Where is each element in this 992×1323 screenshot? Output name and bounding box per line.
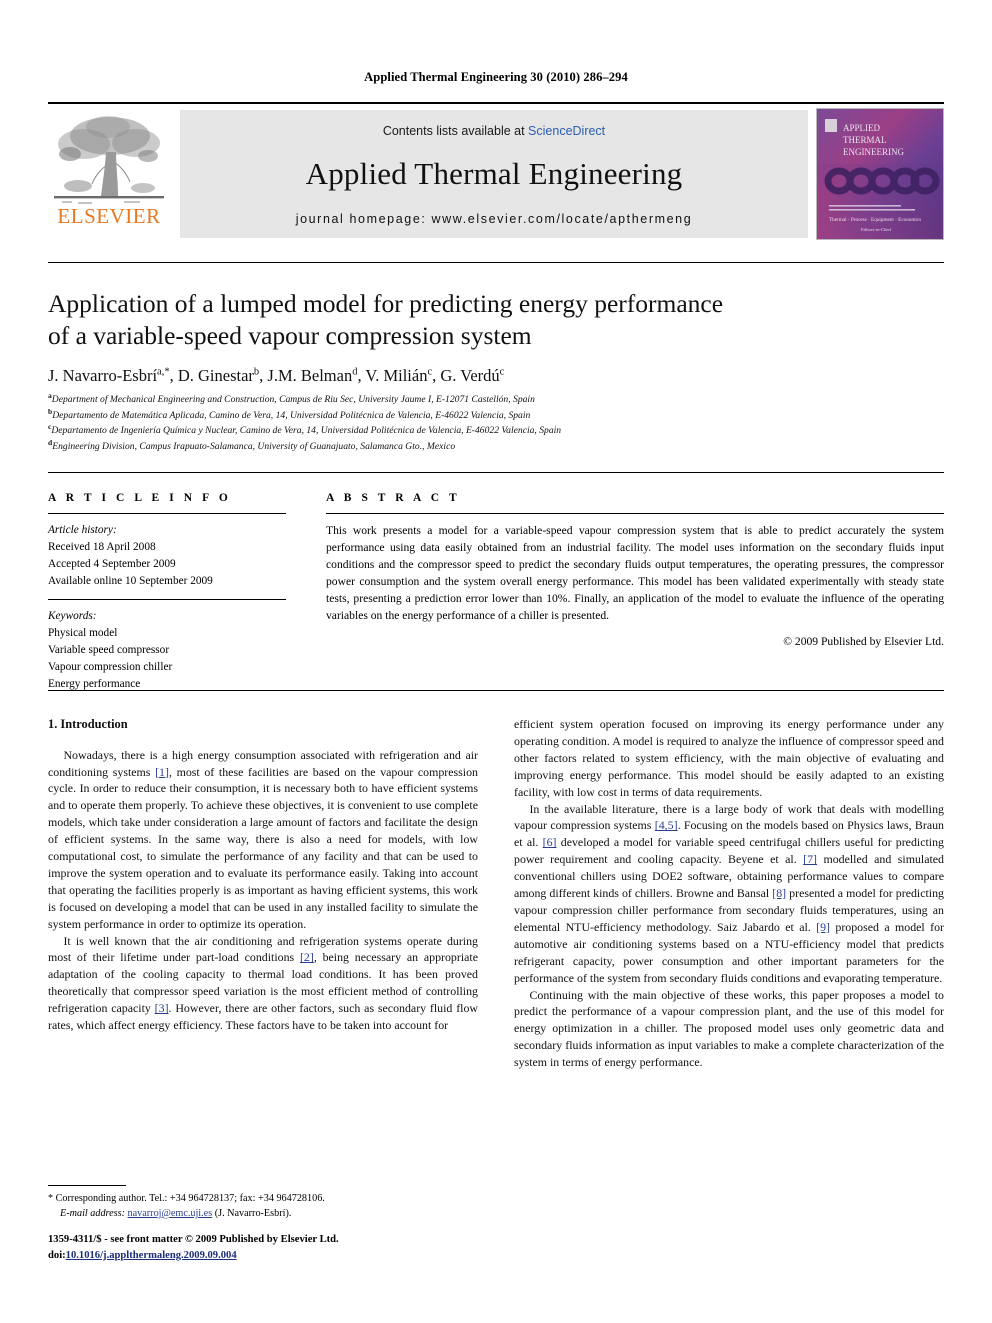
article-info-rule — [48, 513, 286, 514]
abstract-heading: A B S T R A C T — [326, 492, 461, 504]
keywords-rule — [48, 598, 286, 600]
affiliation-item: cDepartamento de Ingeniería Química y Nu… — [48, 423, 908, 439]
svg-text:THERMAL: THERMAL — [843, 135, 887, 145]
citation-link[interactable]: [7] — [803, 852, 817, 866]
citation-link[interactable]: [3] — [155, 1001, 169, 1015]
affiliation-item: aDepartment of Mechanical Engineering an… — [48, 392, 908, 408]
abstract-text: This work presents a model for a variabl… — [326, 524, 944, 622]
svg-text:ENGINEERING: ENGINEERING — [843, 147, 904, 157]
footnote-email-line: E-mail address: navarroj@emc.uji.es (J. … — [48, 1207, 478, 1222]
abstract-copyright: © 2009 Published by Elsevier Ltd. — [783, 634, 944, 648]
body-paragraph: Nowadays, there is a high energy consump… — [48, 747, 478, 931]
svg-text:Editors-in-Chief: Editors-in-Chief — [861, 227, 892, 232]
citation-link[interactable]: [4,5] — [655, 818, 678, 832]
running-head: Applied Thermal Engineering 30 (2010) 28… — [364, 70, 628, 84]
article-history-item: Accepted 4 September 2009 — [48, 557, 176, 570]
keyword-item: Variable speed compressor — [48, 643, 170, 656]
body-paragraph: efficient system operation focused on im… — [514, 717, 944, 799]
author-affiliation-mark: d — [352, 366, 358, 378]
author-name: J. Navarro-Esbrí — [48, 366, 158, 385]
doi-link[interactable]: 10.1016/j.applthermaleng.2009.09.004 — [66, 1250, 237, 1261]
email-link[interactable]: navarroj@emc.uji.es — [128, 1208, 213, 1219]
corresponding-author-footnote: * Corresponding author. Tel.: +34 964728… — [48, 1185, 478, 1222]
body-column-left: 1. Introduction Nowadays, there is a hig… — [48, 716, 478, 1034]
journal-cover-thumbnail: APPLIED THERMAL ENGINEERING Thermal · Pr… — [816, 108, 944, 240]
author-affiliation-mark: c — [427, 366, 433, 378]
citation-link[interactable]: [6] — [543, 835, 557, 849]
elsevier-wordmark: ELSEVIER — [57, 204, 161, 228]
page-title: Application of a lumped model for predic… — [48, 288, 808, 352]
citation-link[interactable]: [8] — [772, 886, 786, 900]
intro-right-paragraphs: efficient system operation focused on im… — [514, 716, 944, 1071]
author-affiliation-mark: b — [253, 366, 260, 378]
keywords-label: Keywords: — [48, 609, 97, 622]
contents-prefix: Contents lists available at — [382, 124, 529, 138]
doi-line: doi:10.1016/j.applthermaleng.2009.09.004 — [48, 1248, 568, 1264]
doi-label: doi: — [48, 1249, 66, 1261]
journal-title: Applied Thermal Engineering — [305, 156, 683, 191]
svg-text:APPLIED: APPLIED — [843, 123, 881, 133]
paper-page: Applied Thermal Engineering 30 (2010) 28… — [0, 0, 992, 1323]
section-heading-introduction: 1. Introduction — [48, 717, 128, 731]
abstract-column: A B S T R A C T This work presents a mod… — [326, 492, 944, 648]
affiliation-item: dEngineering Division, Campus Irapuato-S… — [48, 438, 908, 455]
article-history-item: Available online 10 September 2009 — [48, 574, 213, 587]
elsevier-logo: ELSEVIER — [48, 110, 170, 238]
affiliation-text: Engineering Division, Campus Irapuato-Sa… — [52, 440, 456, 452]
article-history-items: Received 18 April 2008 Accepted 4 Septemb… — [48, 539, 286, 590]
info-divider-bottom — [48, 690, 944, 691]
citation-link[interactable]: [1] — [155, 765, 169, 779]
author-affiliation-mark: c — [499, 366, 505, 378]
author-name: D. Ginestar — [177, 366, 254, 385]
svg-text:Thermal · Process · Equipment: Thermal · Process · Equipment · Economic… — [829, 217, 921, 223]
author-name: V. Milián — [365, 366, 428, 385]
affiliation-list: aDepartment of Mechanical Engineering an… — [48, 392, 908, 454]
article-info-heading: A R T I C L E I N F O — [48, 492, 232, 504]
sciencedirect-link[interactable]: ScienceDirect — [528, 124, 605, 138]
footnote-marker: * — [48, 1193, 54, 1204]
body-paragraph: Continuing with the main objective of th… — [514, 987, 944, 1070]
footnote-corresponding-text: Corresponding author. Tel.: +34 96472813… — [55, 1193, 325, 1204]
footnote-corresponding-line: * Corresponding author. Tel.: +34 964728… — [48, 1192, 478, 1207]
author-name: G. Verdú — [440, 366, 500, 385]
citation-link[interactable]: [2] — [300, 950, 314, 964]
journal-banner-center: Contents lists available at ScienceDirec… — [180, 110, 808, 238]
body-paragraph: In the available literature, there is a … — [514, 801, 944, 985]
citation-link[interactable]: [9] — [816, 920, 830, 934]
title-line-2: of a variable-speed vapour compression s… — [48, 321, 532, 351]
article-info-column: A R T I C L E I N F O Article history: R… — [48, 492, 286, 692]
keywords-block: Keywords: Physical model Variable speed c… — [48, 608, 286, 693]
footnote-divider — [48, 1185, 126, 1186]
title-divider — [48, 262, 944, 263]
intro-left-paragraphs: Nowadays, there is a high energy consump… — [48, 747, 478, 1034]
affiliation-text: Department of Mechanical Engineering and… — [51, 394, 535, 405]
contents-available-line: Contents lists available at ScienceDirec… — [180, 124, 808, 138]
email-address-label: E-mail address: — [60, 1207, 125, 1219]
issn-line: 1359-4311/$ - see front matter © 2009 Pu… — [48, 1234, 339, 1245]
journal-bottom-matter: 1359-4311/$ - see front matter © 2009 Pu… — [48, 1232, 568, 1263]
email-owner: (J. Navarro-Esbrí). — [214, 1207, 292, 1219]
author-affiliation-mark: a,* — [157, 366, 170, 378]
title-line-1: Application of a lumped model for predic… — [48, 289, 724, 318]
article-history-item: Received 18 April 2008 — [48, 540, 156, 553]
body-paragraph: It is well known that the air conditioni… — [48, 933, 478, 1033]
affiliation-item: bDepartamento de Matemática Aplicada, Ca… — [48, 407, 908, 424]
abstract-rule — [326, 513, 944, 514]
info-divider-top — [48, 472, 944, 473]
journal-homepage-line[interactable]: journal homepage: www.elsevier.com/locat… — [180, 212, 808, 226]
body-column-right: efficient system operation focused on im… — [514, 716, 944, 1071]
article-history-block: Article history: Received 18 April 2008 A… — [48, 522, 286, 590]
journal-banner: ELSEVIER Contents lists available at Sci… — [48, 102, 944, 240]
article-history-label: Article history: — [48, 524, 117, 536]
author-name: J.M. Belman — [267, 366, 353, 385]
elsevier-tree-icon — [48, 110, 170, 210]
keyword-item: Vapour compression chiller — [48, 660, 173, 673]
keyword-item: Physical model — [48, 626, 118, 639]
author-list: J. Navarro-Esbría,*, D. Ginestarb, J.M. … — [48, 366, 505, 385]
keywords-items: Physical model Variable speed compressor V… — [48, 625, 286, 693]
affiliation-text: Departamento de Matemática Aplicada, Cam… — [52, 409, 531, 421]
affiliation-text: Departamento de Ingeniería Química y Nuc… — [51, 425, 562, 437]
